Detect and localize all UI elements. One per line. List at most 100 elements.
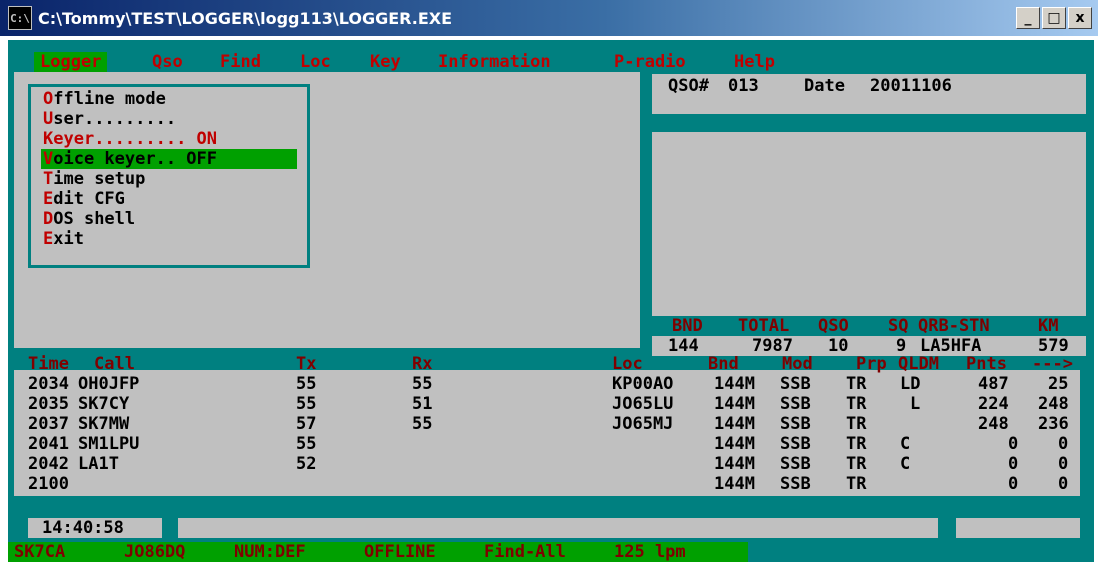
stats-qrb-stn: LA5HFA (920, 336, 982, 356)
cell-call: SK7CY (78, 394, 130, 414)
stats-header-qrb-stn: QRB-STN (918, 316, 990, 336)
cell-tx: 57 (296, 414, 317, 434)
status-find: Find-All (484, 542, 566, 562)
cell-tx: 55 (296, 434, 317, 454)
stats-header-total: TOTAL (738, 316, 790, 336)
cell-time: 2035 (28, 394, 69, 414)
cell-mod: SSB (780, 454, 811, 474)
stats-header-qso: QSO (818, 316, 849, 336)
qso-info-panel (652, 74, 1086, 114)
cell-qldm: LD (900, 374, 921, 394)
input-field-right[interactable] (956, 518, 1080, 538)
info-panel (652, 132, 1086, 316)
cell-rx: 55 (412, 414, 433, 434)
stats-qso: 10 (828, 336, 849, 356)
col-pnts: Pnts (966, 354, 1007, 374)
qso-label: QSO# (668, 76, 709, 96)
cell-mod: SSB (780, 394, 811, 414)
cell-bnd: 144M (714, 394, 755, 414)
cell-extra: 0 (1058, 454, 1069, 474)
cell-mod: SSB (780, 414, 811, 434)
cell-qldm: C (900, 434, 911, 454)
logger-dropdown: Offline mode User......... Keyer........… (28, 84, 310, 268)
cell-mod: SSB (780, 434, 811, 454)
menu-item-edit-cfg[interactable]: Edit CFG (43, 189, 125, 209)
menu-qso[interactable]: Qso (152, 52, 183, 72)
cell-prp: TR (846, 374, 867, 394)
stats-total: 7987 (752, 336, 793, 356)
cell-time: 2037 (28, 414, 69, 434)
menu-loc[interactable]: Loc (300, 52, 331, 72)
qso-number: 013 (728, 76, 759, 96)
cell-call: SM1LPU (78, 434, 140, 454)
status-callsign: SK7CA (14, 542, 66, 562)
cell-extra: 25 (1048, 374, 1069, 394)
cell-tx: 55 (296, 394, 317, 414)
col-qldm: QLDM (898, 354, 939, 374)
cell-bnd: 144M (714, 454, 755, 474)
cell-bnd: 144M (714, 374, 755, 394)
cell-bnd: 144M (714, 474, 755, 494)
menu-item-dos-shell[interactable]: DOS shell (43, 209, 135, 229)
menu-item-offline-mode[interactable]: Offline mode (43, 89, 166, 109)
status-num: NUM:DEF (234, 542, 306, 562)
col-rx: Rx (412, 354, 433, 374)
status-mode: OFFLINE (364, 542, 436, 562)
col-prp: Prp (856, 354, 887, 374)
console-icon: C:\ (8, 6, 32, 30)
cell-tx: 52 (296, 454, 317, 474)
minimize-button[interactable]: _ (1016, 7, 1040, 29)
col-mod: Mod (782, 354, 813, 374)
stats-band: 144 (668, 336, 699, 356)
console-area: Logger Qso Find Loc Key Information P-ra… (8, 40, 1094, 562)
clock: 14:40:58 (42, 518, 124, 538)
menu-find[interactable]: Find (220, 52, 261, 72)
window-titlebar[interactable]: C:\ C:\Tommy\TEST\LOGGER\logg113\LOGGER.… (0, 0, 1098, 36)
cell-tx: 55 (296, 374, 317, 394)
cell-qldm: C (900, 454, 911, 474)
stats-km: 579 (1038, 336, 1069, 356)
menu-information[interactable]: Information (438, 52, 551, 72)
cell-time: 2042 (28, 454, 69, 474)
menu-item-exit[interactable]: Exit (43, 229, 84, 249)
menu-help[interactable]: Help (734, 52, 775, 72)
date-value: 20011106 (870, 76, 952, 96)
cell-prp: TR (846, 474, 867, 494)
menu-item-keyer[interactable]: Keyer......... ON (43, 129, 217, 149)
col-loc: Loc (612, 354, 643, 374)
status-speed: 125 lpm (614, 542, 686, 562)
col-tx: Tx (296, 354, 317, 374)
cell-pnts: 0 (1008, 454, 1019, 474)
cell-extra: 248 (1038, 394, 1069, 414)
cell-rx: 51 (412, 394, 433, 414)
cell-extra: 236 (1038, 414, 1069, 434)
cell-prp: TR (846, 394, 867, 414)
cell-call: OH0JFP (78, 374, 140, 394)
menu-item-user[interactable]: User......... (43, 109, 176, 129)
cell-prp: TR (846, 414, 867, 434)
col-call: Call (94, 354, 135, 374)
menu-item-time-setup[interactable]: Time setup (43, 169, 145, 189)
menu-item-voice-keyer[interactable]: Voice keyer.. OFF (43, 149, 217, 169)
cell-call: LA1T (78, 454, 119, 474)
cell-pnts: 0 (1008, 434, 1019, 454)
cell-mod: SSB (780, 374, 811, 394)
cell-prp: TR (846, 434, 867, 454)
stats-header-sq: SQ (888, 316, 909, 336)
cell-time: 2100 (28, 474, 69, 494)
cell-call: SK7MW (78, 414, 130, 434)
cell-time: 2041 (28, 434, 69, 454)
close-button[interactable]: x (1068, 7, 1092, 29)
cell-rx: 55 (412, 374, 433, 394)
menubar: Logger Qso Find Loc Key Information P-ra… (14, 52, 1080, 72)
window-title: C:\Tommy\TEST\LOGGER\logg113\LOGGER.EXE (38, 8, 453, 28)
input-field[interactable] (178, 518, 938, 538)
menu-logger[interactable]: Logger (34, 52, 108, 72)
menu-p-radio[interactable]: P-radio (614, 52, 686, 72)
cell-time: 2034 (28, 374, 69, 394)
maximize-button[interactable]: □ (1042, 7, 1066, 29)
menu-key[interactable]: Key (370, 52, 401, 72)
cell-pnts: 487 (978, 374, 1009, 394)
col-bnd: Bnd (708, 354, 739, 374)
col-time: Time (28, 354, 69, 374)
